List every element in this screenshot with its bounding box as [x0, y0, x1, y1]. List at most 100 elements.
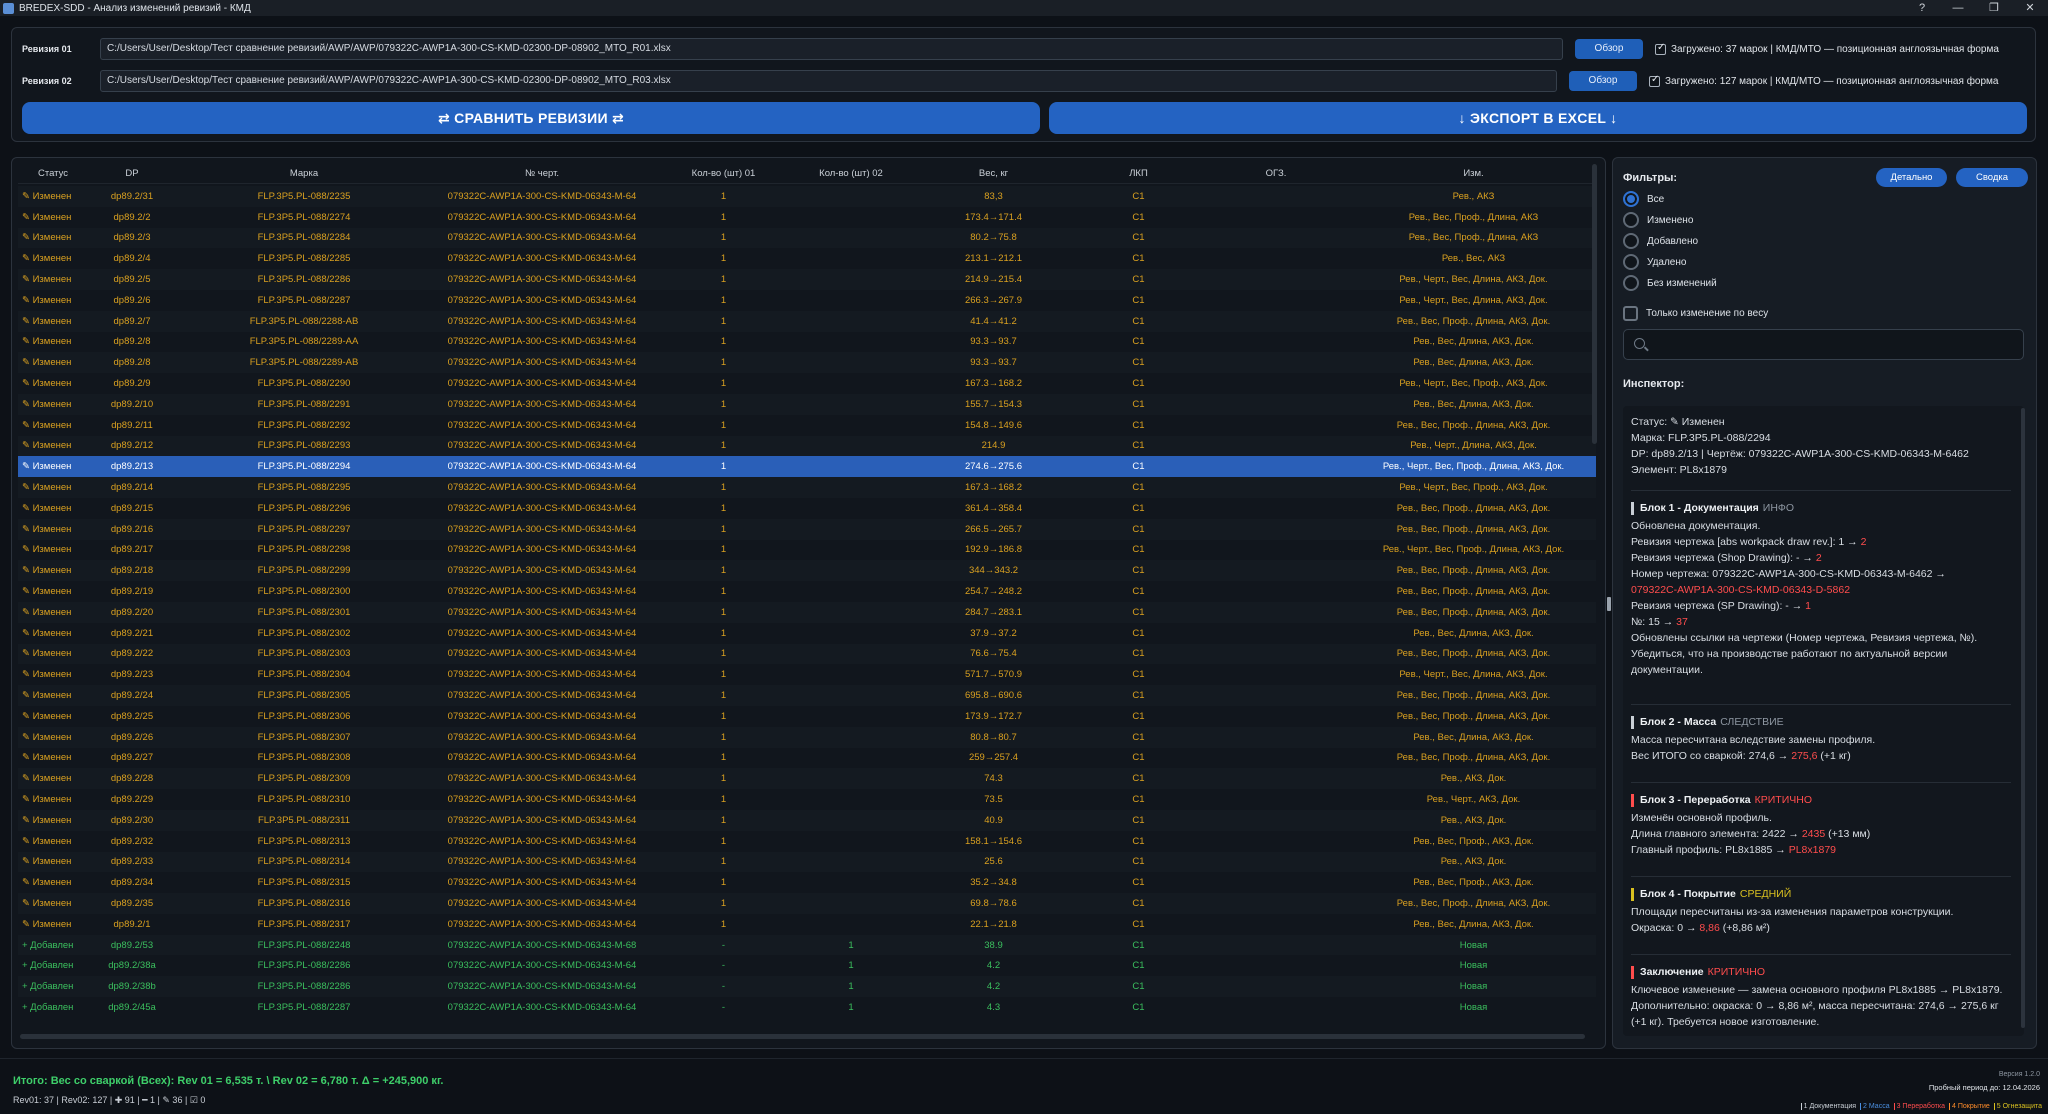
close-icon[interactable]: ✕ [2012, 0, 2048, 16]
lkp-cell: C1 [1132, 627, 1145, 639]
filter-added[interactable]: Добавлено [1623, 233, 1698, 249]
table-row[interactable]: ✎ Изменен dp89.2/8 FLP.3P5.PL-088/2289-AB 0… [18, 352, 1596, 374]
header-weight[interactable]: Вес, кг [911, 168, 1076, 179]
summary-view-button[interactable]: Сводка [1956, 168, 2028, 187]
table-row[interactable]: ✎ Изменен dp89.2/8 FLP.3P5.PL-088/2289-AA 0… [18, 332, 1596, 353]
table-row[interactable]: ✎ Изменен dp89.2/31 FLP.3P5.PL-088/2235 079… [18, 186, 1596, 207]
changes-cell: Рев., Вес, Длина, АКЗ, Док. [1413, 627, 1534, 639]
legend-rework: 3 Переработка [1893, 1103, 1945, 1110]
compare-revisions-button[interactable]: ⇄ СРАВНИТЬ РЕВИЗИИ ⇄ [22, 102, 1040, 134]
table-row[interactable]: ✎ Изменен dp89.2/32 FLP.3P5.PL-088/2313 079… [18, 831, 1596, 852]
header-changes[interactable]: Изм. [1351, 168, 1596, 179]
status-cell: ✎ Изменен [22, 190, 72, 202]
header-dp[interactable]: DP [84, 168, 180, 179]
table-row[interactable]: ✎ Изменен dp89.2/11 FLP.3P5.PL-088/2292 079… [18, 415, 1596, 436]
table-row[interactable]: ✎ Изменен dp89.2/16 FLP.3P5.PL-088/2297 079… [18, 518, 1596, 540]
block-mass-line: Вес ИТОГО со сваркой: 274,6 → 275,6 (+1 … [1631, 750, 1851, 762]
table-row[interactable]: ✎ Изменен dp89.2/6 FLP.3P5.PL-088/2287 0793… [18, 290, 1596, 311]
table-row[interactable]: ✎ Изменен dp89.2/29 FLP.3P5.PL-088/2310 079… [18, 789, 1596, 810]
revision-01-path-input[interactable]: C:/Users/User/Desktop/Тест сравнение рев… [100, 38, 1563, 60]
table-row[interactable]: ✎ Изменен dp89.2/22 FLP.3P5.PL-088/2303 079… [18, 643, 1596, 665]
lkp-cell: C1 [1132, 565, 1145, 577]
weight-cell: 344→343.2 [968, 565, 1019, 577]
table-row[interactable]: ✎ Изменен dp89.2/2 FLP.3P5.PL-088/2274 0793… [18, 207, 1596, 228]
mark-cell: FLP.3P5.PL-088/2235 [257, 190, 351, 202]
header-ogz[interactable]: ОГЗ. [1201, 168, 1351, 179]
table-row[interactable]: ✎ Изменен dp89.2/24 FLP.3P5.PL-088/2305 079… [18, 685, 1596, 706]
header-status[interactable]: Статус [18, 168, 84, 179]
changes-cell: Рев., Вес, Длина, АКЗ, Док. [1413, 398, 1534, 410]
revision-02-loaded-checkbox[interactable] [1649, 74, 1660, 87]
filter-removed[interactable]: Удалено [1623, 254, 1686, 270]
table-horizontal-scrollbar[interactable] [20, 1034, 1585, 1039]
header-mark[interactable]: Марка [180, 168, 428, 179]
table-row[interactable]: ✎ Изменен dp89.2/5 FLP.3P5.PL-088/2286 0793… [18, 269, 1596, 290]
panel-splitter-handle[interactable] [1607, 597, 1611, 611]
table-row[interactable]: ✎ Изменен dp89.2/7 FLP.3P5.PL-088/2288-AB 0… [18, 310, 1596, 332]
filter-unchanged[interactable]: Без изменений [1623, 275, 1717, 291]
filter-removed-radio[interactable] [1623, 254, 1639, 270]
table-row[interactable]: ✎ Изменен dp89.2/23 FLP.3P5.PL-088/2304 079… [18, 664, 1596, 685]
revision-02-browse-button[interactable]: Обзор [1569, 71, 1637, 91]
revision-01-browse-button[interactable]: Обзор [1575, 39, 1643, 59]
dp-cell: dp89.2/4 [113, 253, 151, 265]
table-row[interactable]: ✎ Изменен dp89.2/12 FLP.3P5.PL-088/2293 079… [18, 435, 1596, 457]
minimize-icon[interactable]: — [1940, 0, 1976, 16]
table-row[interactable]: ✎ Изменен dp89.2/14 FLP.3P5.PL-088/2295 079… [18, 477, 1596, 498]
table-row[interactable]: ✎ Изменен dp89.2/20 FLP.3P5.PL-088/2301 079… [18, 601, 1596, 623]
revision-02-path-input[interactable]: C:/Users/User/Desktop/Тест сравнение рев… [100, 70, 1557, 92]
filter-changed-radio[interactable] [1623, 212, 1639, 228]
table-row[interactable]: ✎ Изменен dp89.2/9 FLP.3P5.PL-088/2290 0793… [18, 373, 1596, 394]
table-row[interactable]: + Добавлен dp89.2/53 FLP.3P5.PL-088/2248 07… [18, 934, 1596, 956]
detail-view-button[interactable]: Детально [1876, 168, 1947, 187]
table-row[interactable]: ✎ Изменен dp89.2/3 FLP.3P5.PL-088/2284 0793… [18, 227, 1596, 249]
header-qty-02[interactable]: Кол-во (шт) 02 [791, 168, 911, 179]
table-row[interactable]: ✎ Изменен dp89.2/10 FLP.3P5.PL-088/2291 079… [18, 393, 1596, 415]
changes-cell: Рев., Черт., Вес, Проф., АКЗ, Док. [1399, 482, 1548, 494]
table-row[interactable]: ✎ Изменен dp89.2/33 FLP.3P5.PL-088/2314 079… [18, 851, 1596, 873]
weight-only-checkbox[interactable] [1623, 306, 1638, 321]
mark-cell: FLP.3P5.PL-088/2307 [257, 731, 351, 743]
filter-unchanged-radio[interactable] [1623, 275, 1639, 291]
changes-cell: Рев., Вес, Проф., Длина, АКЗ, Док. [1396, 315, 1551, 327]
export-excel-button[interactable]: ↓ ЭКСПОРТ В EXCEL ↓ [1049, 102, 2027, 134]
revision-01-loaded-checkbox[interactable] [1655, 42, 1666, 55]
changes-cell: Рев., Вес, Проф., Длина, АКЗ, Док. [1396, 648, 1551, 660]
table-row[interactable]: ✎ Изменен dp89.2/19 FLP.3P5.PL-088/2300 079… [18, 581, 1596, 602]
table-row[interactable]: ✎ Изменен dp89.2/26 FLP.3P5.PL-088/2307 079… [18, 726, 1596, 748]
header-lkp[interactable]: ЛКП [1076, 168, 1201, 179]
filter-all-radio[interactable] [1623, 191, 1639, 207]
legend-mass: 2 Масса [1860, 1103, 1890, 1110]
table-row[interactable]: ✎ Изменен dp89.2/18 FLP.3P5.PL-088/2299 079… [18, 560, 1596, 582]
table-row[interactable]: ✎ Изменен dp89.2/27 FLP.3P5.PL-088/2308 079… [18, 748, 1596, 769]
table-row[interactable]: + Добавлен dp89.2/45a FLP.3P5.PL-088/2287 0… [18, 997, 1596, 1018]
table-row[interactable]: ✎ Изменен dp89.2/21 FLP.3P5.PL-088/2302 079… [18, 623, 1596, 644]
table-row[interactable]: + Добавлен dp89.2/38a FLP.3P5.PL-088/2286 0… [18, 955, 1596, 976]
search-input[interactable] [1623, 329, 2024, 360]
filter-added-radio[interactable] [1623, 233, 1639, 249]
weight-cell: 35.2→34.8 [970, 877, 1017, 889]
drawing-cell: 079322C-AWP1A-300-CS-KMD-06343-M-64 [447, 960, 637, 972]
table-row[interactable]: ✎ Изменен dp89.2/35 FLP.3P5.PL-088/2316 079… [18, 893, 1596, 914]
table-row[interactable]: ✎ Изменен dp89.2/15 FLP.3P5.PL-088/2296 079… [18, 498, 1596, 519]
table-row[interactable]: ✎ Изменен dp89.2/25 FLP.3P5.PL-088/2306 079… [18, 706, 1596, 727]
header-drawing[interactable]: № черт. [428, 168, 656, 179]
table-row[interactable]: ✎ Изменен dp89.2/1 FLP.3P5.PL-088/2317 0793… [18, 914, 1596, 935]
help-icon[interactable]: ? [1904, 0, 1940, 16]
filter-all[interactable]: Все [1623, 191, 1664, 207]
table-row[interactable]: ✎ Изменен dp89.2/30 FLP.3P5.PL-088/2311 079… [18, 809, 1596, 831]
inspector-scrollbar[interactable] [2021, 408, 2025, 1028]
table-row[interactable]: ✎ Изменен dp89.2/17 FLP.3P5.PL-088/2298 079… [18, 540, 1596, 561]
lkp-cell: C1 [1132, 648, 1145, 660]
table-row[interactable]: ✎ Изменен dp89.2/28 FLP.3P5.PL-088/2309 079… [18, 768, 1596, 790]
drawing-cell: 079322C-AWP1A-300-CS-KMD-06343-M-64 [447, 378, 637, 390]
table-row[interactable]: ✎ Изменен dp89.2/34 FLP.3P5.PL-088/2315 079… [18, 872, 1596, 893]
header-qty-01[interactable]: Кол-во (шт) 01 [656, 168, 791, 179]
table-row[interactable]: + Добавлен dp89.2/38b FLP.3P5.PL-088/2286 0… [18, 976, 1596, 998]
weight-only-filter[interactable]: Только изменение по весу [1623, 306, 1768, 321]
table-row[interactable]: ✎ Изменен dp89.2/13 FLP.3P5.PL-088/2294 079… [18, 456, 1596, 478]
restore-icon[interactable]: ❐ [1976, 0, 2012, 16]
filter-changed[interactable]: Изменено [1623, 212, 1693, 228]
table-row[interactable]: ✎ Изменен dp89.2/4 FLP.3P5.PL-088/2285 0793… [18, 248, 1596, 269]
table-vertical-scrollbar[interactable] [1592, 164, 1597, 444]
